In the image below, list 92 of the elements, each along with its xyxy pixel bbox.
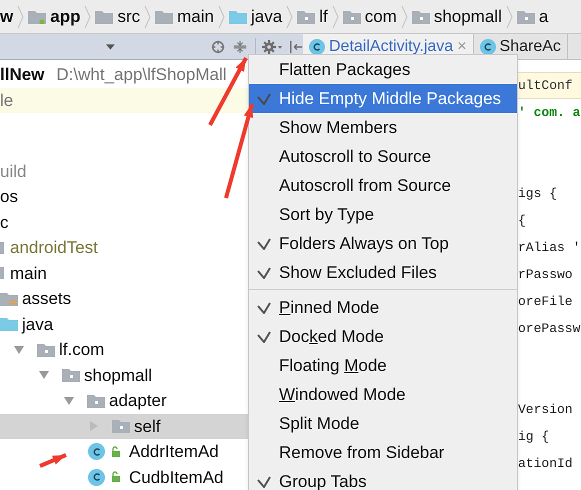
chevron-icon xyxy=(218,4,225,30)
class-icon xyxy=(309,38,325,54)
folder-icon xyxy=(37,342,55,357)
menu-item[interactable]: Show Excluded Files xyxy=(249,258,517,287)
chevron-icon xyxy=(17,4,24,30)
breadcrumb-item[interactable]: com xyxy=(364,4,397,30)
folder-icon xyxy=(516,10,535,24)
breadcrumb-item[interactable]: java xyxy=(251,4,282,30)
breadcrumb-item[interactable]: shopmall xyxy=(434,4,502,30)
breadcrumb-item[interactable]: src xyxy=(117,4,140,30)
tree-item-label: self xyxy=(134,416,160,438)
checkmark-icon xyxy=(257,238,271,250)
checkmark-icon xyxy=(257,266,271,278)
menu-item[interactable]: Show Members xyxy=(249,113,517,142)
locate-icon[interactable] xyxy=(210,38,225,54)
unlocked-icon xyxy=(111,446,121,458)
project-name: llNew xyxy=(0,64,44,86)
folder-icon xyxy=(0,292,18,306)
code-line: Version xyxy=(518,400,573,419)
menu-item[interactable]: Autoscroll to Source xyxy=(249,142,517,171)
chevron-icon xyxy=(506,4,513,30)
chevron-icon xyxy=(332,4,339,30)
tree-item-label: java xyxy=(22,314,54,336)
folder-icon xyxy=(155,10,174,24)
caret-icon[interactable] xyxy=(106,44,115,50)
expanded-arrow-icon[interactable] xyxy=(13,344,25,355)
menu-item[interactable]: Group Tabs xyxy=(249,467,517,490)
class-icon xyxy=(88,443,105,460)
tree-item-label: lf.com xyxy=(59,339,104,361)
menu-item[interactable]: Pinned Mode xyxy=(249,293,517,322)
tree-item-label: adapter xyxy=(109,390,167,412)
class-icon xyxy=(480,38,496,54)
tab-label: DetailActivity.java xyxy=(329,36,454,56)
tree-item-label: androidTest xyxy=(10,237,98,259)
menu-item[interactable]: Autoscroll from Source xyxy=(249,171,517,200)
tree-item-label: shopmall xyxy=(84,364,152,386)
expanded-arrow-icon[interactable] xyxy=(63,396,75,406)
tree-item-label: uild xyxy=(0,160,26,182)
breadcrumb-item[interactable]: w xyxy=(0,4,14,30)
menu-item[interactable]: Folders Always on Top xyxy=(249,229,517,258)
folder-icon xyxy=(412,10,430,24)
tab-label: ShareAc xyxy=(500,36,561,56)
folder-icon xyxy=(0,317,18,332)
checkmark-icon xyxy=(257,302,271,314)
code-line: ultConf xyxy=(518,76,573,95)
project-path: D:\wht_app\lfShopMall xyxy=(56,64,226,86)
code-line: rAlias ' xyxy=(518,238,580,257)
breadcrumb-item[interactable]: main xyxy=(177,4,214,30)
chevron-icon xyxy=(400,4,408,30)
menu-item[interactable]: Docked Mode xyxy=(249,322,517,351)
chevron-icon xyxy=(144,4,152,30)
folder-icon xyxy=(342,10,361,24)
code-line: igs { xyxy=(518,184,558,203)
folder-icon xyxy=(229,10,247,24)
pin-left-icon[interactable] xyxy=(288,38,304,54)
class-icon xyxy=(88,468,105,486)
code-line: { xyxy=(518,212,526,230)
checkmark-icon xyxy=(257,476,271,488)
checkmark-icon xyxy=(257,330,271,342)
menu-item[interactable]: Sort by Type xyxy=(249,200,517,229)
checkmark-icon xyxy=(257,92,271,104)
menu-item[interactable]: Windowed Mode xyxy=(249,380,517,409)
code-line: ationId xyxy=(518,454,573,473)
menu-item[interactable]: Hide Empty Middle Packages xyxy=(249,84,517,113)
menu-item[interactable]: Floating Mode xyxy=(249,351,517,380)
code-line: ig { xyxy=(518,428,550,446)
expanded-arrow-icon[interactable] xyxy=(38,370,50,380)
menu-item[interactable]: Remove from Sidebar xyxy=(249,438,517,467)
folder-icon xyxy=(112,419,130,434)
folder-icon xyxy=(87,394,105,408)
code-line: rPasswo xyxy=(518,266,573,284)
folder-icon xyxy=(297,10,316,24)
breadcrumb-item[interactable]: lf xyxy=(319,4,328,30)
folder-icon xyxy=(62,368,80,382)
breadcrumb-item[interactable]: app xyxy=(50,4,80,30)
tree-item-label: CudbItemAd xyxy=(129,466,224,488)
tree-item-label: main xyxy=(10,262,47,284)
folder-icon xyxy=(0,267,4,280)
chevron-icon xyxy=(286,4,294,30)
folder-icon xyxy=(0,242,4,254)
tree-item-label: AddrItemAd xyxy=(129,441,219,463)
breadcrumb-item[interactable]: a xyxy=(538,4,548,30)
code-line: ' com. a xyxy=(518,104,580,122)
annotation-arrow xyxy=(39,453,67,468)
collapse-icon[interactable] xyxy=(232,38,247,54)
chevron-icon xyxy=(84,4,92,30)
unlocked-icon xyxy=(111,471,121,484)
folder-icon xyxy=(28,10,46,24)
tree-item-label: assets xyxy=(22,288,72,310)
code-line: orePassw xyxy=(518,320,580,338)
code-line: oreFile xyxy=(518,292,573,311)
folder-icon xyxy=(95,10,114,24)
